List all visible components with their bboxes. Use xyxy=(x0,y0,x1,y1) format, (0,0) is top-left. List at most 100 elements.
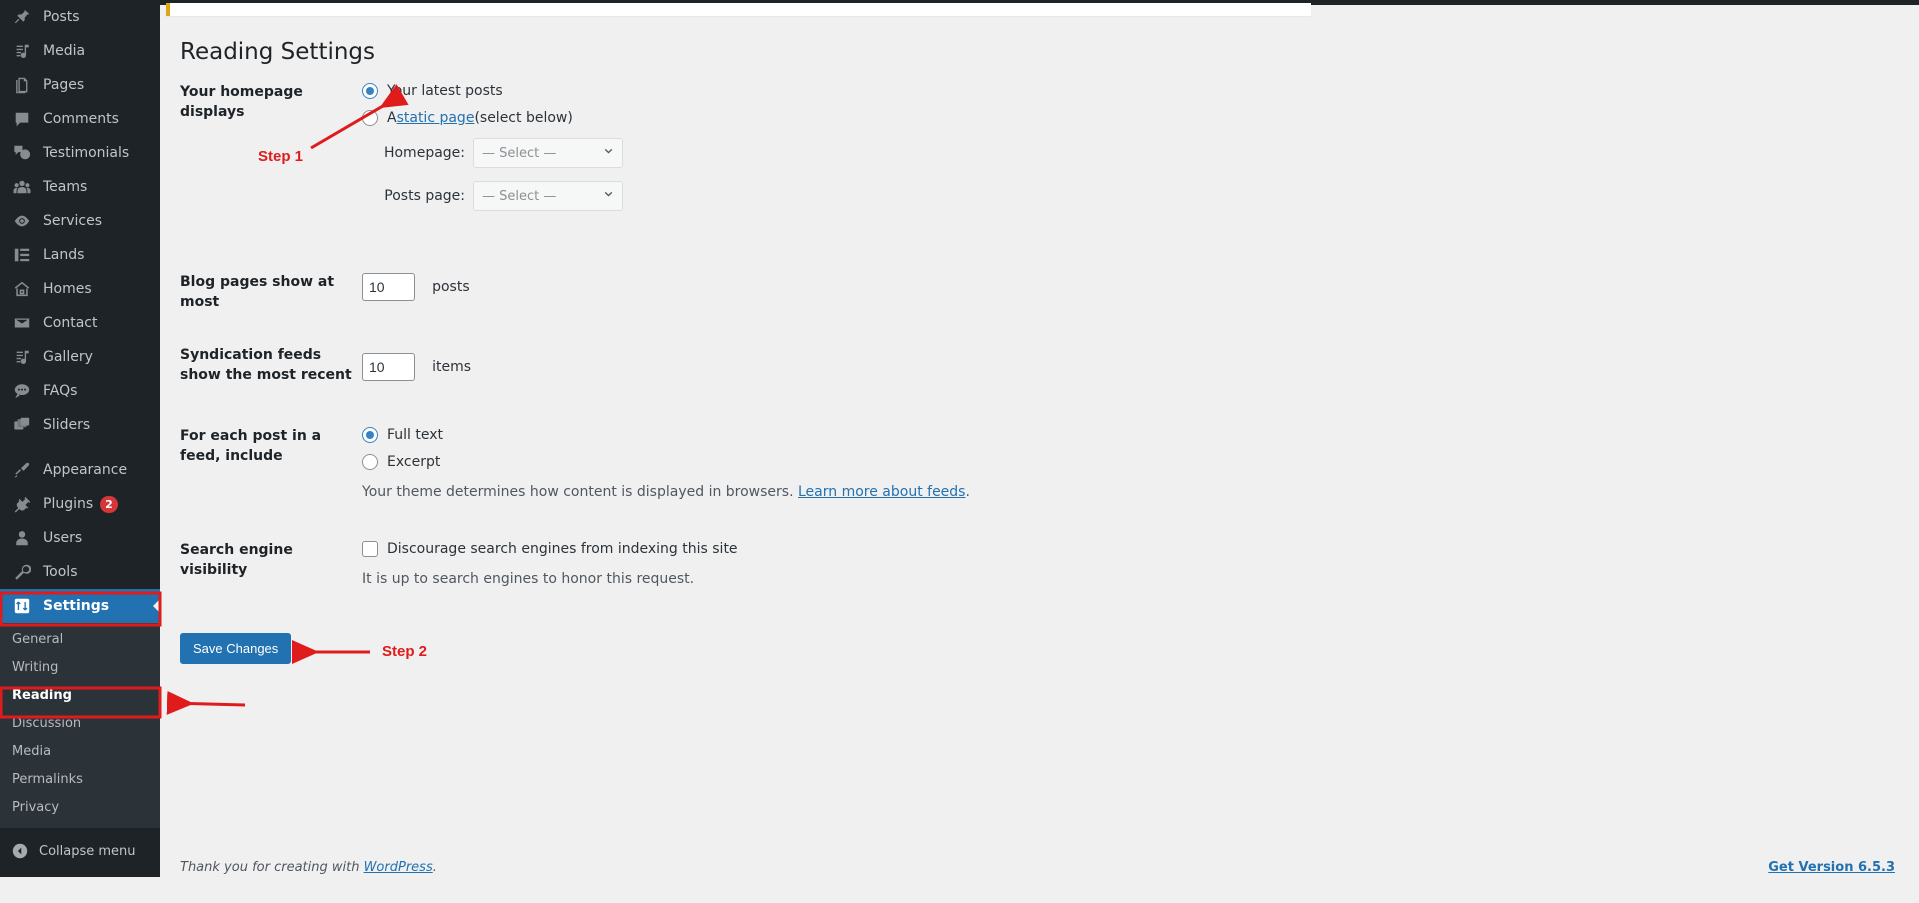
sidebar-item-plugins[interactable]: Plugins 2 xyxy=(0,487,160,521)
chevron-down-icon xyxy=(602,188,615,205)
radio-static-page-prefix: A xyxy=(387,110,397,126)
radio-option-latest-posts[interactable]: Your latest posts xyxy=(362,83,1780,99)
sidebar-item-label: Comments xyxy=(43,112,119,126)
menu-separator xyxy=(0,442,160,453)
submit-area: Save Changes xyxy=(180,633,291,664)
teams-icon xyxy=(10,177,34,197)
sidebar-item-label: Homes xyxy=(43,282,92,296)
sidebar-item-pages[interactable]: Pages xyxy=(0,68,160,102)
posts-page-select-value: — Select — xyxy=(482,189,556,204)
search-visibility-note: It is up to search engines to honor this… xyxy=(362,571,1780,587)
get-version-link[interactable]: Get Version 6.5.3 xyxy=(1768,860,1895,875)
user-icon xyxy=(10,528,34,548)
radio-full-text[interactable] xyxy=(362,427,378,443)
sidebar-item-media[interactable]: Media xyxy=(0,34,160,68)
radio-latest-posts[interactable] xyxy=(362,83,378,99)
wordpress-link[interactable]: WordPress xyxy=(364,860,433,875)
discourage-search-engines-checkbox[interactable] xyxy=(362,541,378,557)
label-blog-pages: Blog pages show at most xyxy=(180,258,362,312)
sliders-icon xyxy=(10,415,34,435)
row-feed-include: For each post in a feed, include Full te… xyxy=(180,412,1780,500)
submenu-item-general[interactable]: General xyxy=(0,626,160,654)
save-changes-button[interactable]: Save Changes xyxy=(180,633,291,664)
sidebar-item-sliders[interactable]: Sliders xyxy=(0,408,160,442)
submenu-item-writing[interactable]: Writing xyxy=(0,654,160,682)
static-page-selects: Homepage: — Select — Posts page: xyxy=(362,138,1780,211)
wordpress-admin-screen: Posts Media Pages Comments Testimonials xyxy=(0,0,1919,903)
sidebar-item-label: Tools xyxy=(43,565,78,579)
footer-thanks-suffix: . xyxy=(433,860,437,875)
admin-sidebar: Posts Media Pages Comments Testimonials xyxy=(0,0,160,877)
settings-sliders-icon xyxy=(10,596,34,616)
pages-icon xyxy=(10,75,34,95)
submenu-item-permalinks[interactable]: Permalinks xyxy=(0,766,160,794)
sidebar-item-teams[interactable]: Teams xyxy=(0,170,160,204)
radio-option-excerpt[interactable]: Excerpt xyxy=(362,454,1780,470)
radio-static-page-suffix: (select below) xyxy=(474,110,572,126)
radio-option-full-text[interactable]: Full text xyxy=(362,427,1780,443)
annotation-step-1: Step 1 xyxy=(258,148,303,165)
syndication-input[interactable] xyxy=(362,353,415,381)
reading-settings-form: Your homepage displays Your latest posts… xyxy=(180,68,1780,587)
feed-desc-prefix: Your theme determines how content is dis… xyxy=(362,484,798,500)
submenu-item-discussion[interactable]: Discussion xyxy=(0,710,160,738)
sidebar-item-posts[interactable]: Posts xyxy=(0,0,160,34)
sidebar-item-label: Lands xyxy=(43,248,84,262)
plugins-update-badge: 2 xyxy=(100,496,118,513)
submenu-item-reading[interactable]: Reading xyxy=(0,682,160,710)
field-blog-pages: posts xyxy=(362,258,1780,301)
label-feed-include: For each post in a feed, include xyxy=(180,412,362,466)
sidebar-item-label: Appearance xyxy=(43,463,127,477)
radio-static-page[interactable] xyxy=(362,110,378,126)
sidebar-item-testimonials[interactable]: Testimonials xyxy=(0,136,160,170)
sidebar-item-label: Services xyxy=(43,214,102,228)
submenu-item-privacy[interactable]: Privacy xyxy=(0,794,160,822)
homepage-select[interactable]: — Select — xyxy=(473,138,623,168)
media-icon xyxy=(10,347,34,367)
plug-icon xyxy=(10,494,34,514)
checkbox-option-discourage[interactable]: Discourage search engines from indexing … xyxy=(362,541,1780,557)
sidebar-item-label: Settings xyxy=(43,599,109,613)
radio-option-static-page[interactable]: A static page (select below) xyxy=(362,110,1780,126)
sidebar-item-tools[interactable]: Tools xyxy=(0,555,160,589)
sidebar-item-faqs[interactable]: FAQs xyxy=(0,374,160,408)
row-syndication: Syndication feeds show the most recent i… xyxy=(180,338,1780,385)
sidebar-item-label: Pages xyxy=(43,78,84,92)
collapse-menu-button[interactable]: Collapse menu xyxy=(0,834,160,868)
label-homepage-displays: Your homepage displays xyxy=(180,68,362,122)
homepage-select-value: — Select — xyxy=(482,146,556,161)
label-homepage-select: Homepage: xyxy=(362,145,465,161)
posts-page-select[interactable]: — Select — xyxy=(473,181,623,211)
feed-include-description: Your theme determines how content is dis… xyxy=(362,484,1780,500)
radio-latest-posts-label: Your latest posts xyxy=(387,83,503,99)
sidebar-item-label: Teams xyxy=(43,180,87,194)
syndication-unit: items xyxy=(432,359,471,375)
static-page-link[interactable]: static page xyxy=(397,110,475,126)
admin-notice-partial xyxy=(166,3,1311,16)
footer-thanks-prefix: Thank you for creating with xyxy=(180,860,364,875)
sidebar-item-services[interactable]: Services xyxy=(0,204,160,238)
sidebar-item-label: Gallery xyxy=(43,350,93,364)
sidebar-item-users[interactable]: Users xyxy=(0,521,160,555)
sidebar-item-homes[interactable]: Homes xyxy=(0,272,160,306)
row-homepage-select: Homepage: — Select — xyxy=(362,138,1780,168)
sidebar-item-appearance[interactable]: Appearance xyxy=(0,453,160,487)
paintbrush-icon xyxy=(10,460,34,480)
sidebar-item-settings[interactable]: Settings xyxy=(0,589,160,623)
chevron-down-icon xyxy=(602,145,615,162)
field-syndication: items xyxy=(362,338,1780,381)
sidebar-item-lands[interactable]: Lands xyxy=(0,238,160,272)
sidebar-item-label: Posts xyxy=(43,10,80,24)
wrench-icon xyxy=(10,562,34,582)
submenu-item-media[interactable]: Media xyxy=(0,738,160,766)
main-content: Reading Settings Your homepage displays … xyxy=(160,5,1919,877)
learn-more-feeds-link[interactable]: Learn more about feeds xyxy=(798,484,965,500)
feed-desc-suffix: . xyxy=(965,484,969,500)
sidebar-item-comments[interactable]: Comments xyxy=(0,102,160,136)
row-blog-pages: Blog pages show at most posts xyxy=(180,258,1780,312)
sidebar-item-contact[interactable]: Contact xyxy=(0,306,160,340)
blog-pages-input[interactable] xyxy=(362,273,415,301)
sidebar-item-label: Plugins xyxy=(43,497,93,511)
sidebar-item-gallery[interactable]: Gallery xyxy=(0,340,160,374)
radio-excerpt[interactable] xyxy=(362,454,378,470)
